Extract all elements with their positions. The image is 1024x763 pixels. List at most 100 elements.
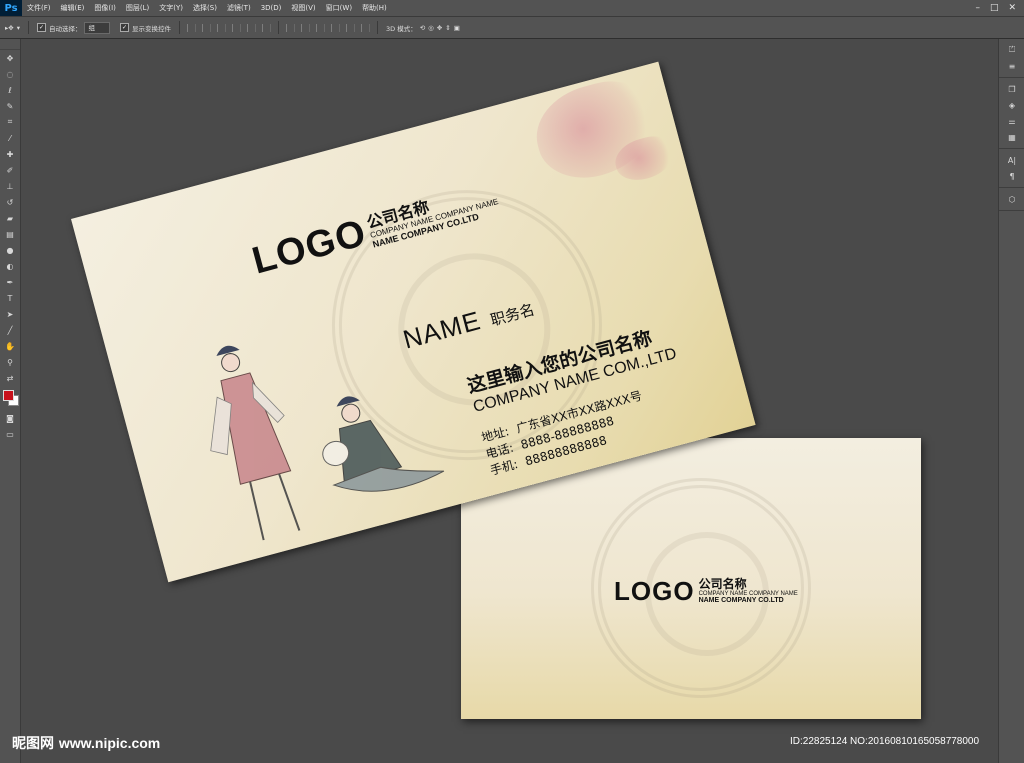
quick-select-tool-icon[interactable]: ✎	[0, 98, 20, 114]
panel-dock: ⏍ ≡ ❐ ◈ ⚌ ▦ A| ¶ ⬡	[998, 39, 1024, 763]
adjustments-panel-icon[interactable]: ⚌	[999, 113, 1024, 129]
close-button[interactable]: ✕	[1008, 3, 1016, 13]
foreground-color-swatch[interactable]	[3, 390, 14, 401]
properties-panel-icon[interactable]: ≡	[999, 58, 1024, 74]
panel-group: ⬡	[999, 188, 1024, 211]
panel-group: ❐ ◈ ⚌ ▦	[999, 78, 1024, 149]
show-transform-label: 显示变换控件	[131, 24, 171, 33]
marquee-tool-icon[interactable]: ◌	[0, 66, 20, 82]
menu-window[interactable]: 窗口(W)	[321, 3, 357, 13]
tool-preset-picker[interactable]: ▸✥ ▾	[0, 24, 25, 32]
channels-panel-icon[interactable]: ◈	[999, 97, 1024, 113]
align-buttons	[183, 23, 275, 32]
3d-rotate-icon[interactable]: ⟲	[420, 24, 425, 32]
distribute-buttons	[282, 23, 374, 32]
3d-pan-icon[interactable]: ✥	[437, 24, 442, 32]
divider	[277, 21, 279, 34]
paragraph-panel-icon[interactable]: ¶	[999, 168, 1024, 184]
move-tool-icon[interactable]: ✥	[0, 50, 20, 66]
layers-panel-icon[interactable]: ❐	[999, 81, 1024, 97]
nipic-brand: 昵图网	[12, 736, 54, 752]
quick-mask-icon[interactable]: ◙	[0, 410, 20, 426]
divider	[27, 21, 29, 34]
menu-file[interactable]: 文件(F)	[22, 3, 56, 13]
back-logo-text: LOGO	[614, 576, 695, 607]
shape-tool-icon[interactable]: ╱	[0, 322, 20, 338]
lasso-tool-icon[interactable]: ℓ	[0, 82, 20, 98]
gradient-tool-icon[interactable]: ▤	[0, 226, 20, 242]
nipic-site: www.nipic.com	[58, 735, 161, 751]
menu-select[interactable]: 选择(S)	[188, 3, 222, 13]
dodge-tool-icon[interactable]: ◐	[0, 258, 20, 274]
menu-view[interactable]: 视图(V)	[286, 3, 320, 13]
seated-figure	[322, 396, 445, 492]
clone-stamp-tool-icon[interactable]: ⊥	[0, 178, 20, 194]
menu-image[interactable]: 图像(I)	[89, 3, 121, 13]
back-company-cn: 公司名称	[698, 577, 747, 591]
3d-mode-label: 3D 模式：	[385, 24, 417, 33]
distribute-left-icon[interactable]	[330, 23, 340, 32]
menu-layer[interactable]: 图层(L)	[121, 3, 154, 13]
menu-filter[interactable]: 滤镜(T)	[222, 3, 256, 13]
distribute-bottom-icon[interactable]	[315, 23, 325, 32]
menu-edit[interactable]: 编辑(E)	[56, 3, 90, 13]
crop-tool-icon[interactable]: ⌗	[0, 114, 20, 130]
align-right-icon[interactable]	[261, 23, 271, 32]
history-panel-icon[interactable]: ⏍	[999, 42, 1024, 58]
auto-select-label: 自动选择：	[48, 24, 82, 33]
standing-figure	[210, 345, 301, 541]
eyedropper-tool-icon[interactable]: ⁄	[0, 130, 20, 146]
type-tool-icon[interactable]: T	[0, 290, 20, 306]
auto-select-checkbox[interactable]: ✓	[36, 23, 46, 32]
panel-group: ⏍ ≡	[999, 39, 1024, 78]
show-transform-checkbox[interactable]: ✓	[119, 23, 129, 32]
character-panel-icon[interactable]: A|	[999, 152, 1024, 168]
options-bar: ▸✥ ▾ ✓ 自动选择： 组 ✓ 显示变换控件 3D 模式： ⟲ ◎ ✥ ⇕ ▣	[0, 17, 1024, 39]
auto-select-dropdown[interactable]: 组	[84, 21, 110, 34]
maximize-button[interactable]: □	[990, 3, 999, 13]
history-brush-tool-icon[interactable]: ↺	[0, 194, 20, 210]
distribute-middle-icon[interactable]	[300, 23, 310, 32]
3d-mode-group: 3D 模式： ⟲ ◎ ✥ ⇕ ▣	[381, 23, 465, 33]
image-id-watermark: ID:22825124 NO:20160810165058778000	[790, 736, 980, 747]
align-middle-icon[interactable]	[201, 23, 211, 32]
3d-slide-icon[interactable]: ⇕	[445, 24, 450, 32]
3d-panel-icon[interactable]: ⬡	[999, 191, 1024, 207]
paths-panel-icon[interactable]: ▦	[999, 129, 1024, 145]
back-company-name: 公司名称 COMPANY NAME COMPANY NAME NAME COMP…	[699, 578, 798, 604]
3d-scale-icon[interactable]: ▣	[454, 24, 460, 32]
color-swatches	[0, 386, 20, 410]
align-left-icon[interactable]	[231, 23, 241, 32]
auto-select-option[interactable]: ✓ 自动选择： 组	[32, 21, 115, 34]
back-company-en-2: NAME COMPANY CO.LTD	[698, 596, 784, 604]
screen-mode-icon[interactable]: ▭	[0, 426, 20, 442]
brush-tool-icon[interactable]: ✐	[0, 162, 20, 178]
distribute-top-icon[interactable]	[285, 23, 295, 32]
eraser-tool-icon[interactable]: ▰	[0, 210, 20, 226]
document-canvas[interactable]: LOGO 公司名称 COMPANY NAME COMPANY NAME NAME…	[21, 39, 998, 763]
menu-help[interactable]: 帮助(H)	[357, 3, 392, 13]
panel-grip[interactable]	[0, 39, 20, 50]
menu-type[interactable]: 文字(Y)	[154, 3, 188, 13]
align-center-icon[interactable]	[246, 23, 256, 32]
show-transform-option[interactable]: ✓ 显示变换控件	[115, 23, 176, 33]
photoshop-logo-icon: Ps	[0, 0, 22, 16]
path-select-tool-icon[interactable]: ➤	[0, 306, 20, 322]
align-bottom-icon[interactable]	[216, 23, 226, 32]
3d-roll-icon[interactable]: ◎	[428, 24, 434, 32]
hand-tool-icon[interactable]: ✋	[0, 338, 20, 354]
divider	[178, 21, 180, 34]
blur-tool-icon[interactable]: ●	[0, 242, 20, 258]
menu-bar: Ps 文件(F) 编辑(E) 图像(I) 图层(L) 文字(Y) 选择(S) 滤…	[0, 0, 1024, 17]
pen-tool-icon[interactable]: ✒	[0, 274, 20, 290]
menu-3d[interactable]: 3D(D)	[256, 4, 287, 12]
divider	[376, 21, 378, 34]
distribute-center-icon[interactable]	[345, 23, 355, 32]
zoom-tool-icon[interactable]: ⚲	[0, 354, 20, 370]
healing-tool-icon[interactable]: ✚	[0, 146, 20, 162]
swap-colors-icon[interactable]: ⇄	[0, 370, 20, 386]
minimize-button[interactable]: –	[975, 3, 980, 13]
align-top-icon[interactable]	[186, 23, 196, 32]
panel-group: A| ¶	[999, 149, 1024, 188]
distribute-right-icon[interactable]	[360, 23, 370, 32]
